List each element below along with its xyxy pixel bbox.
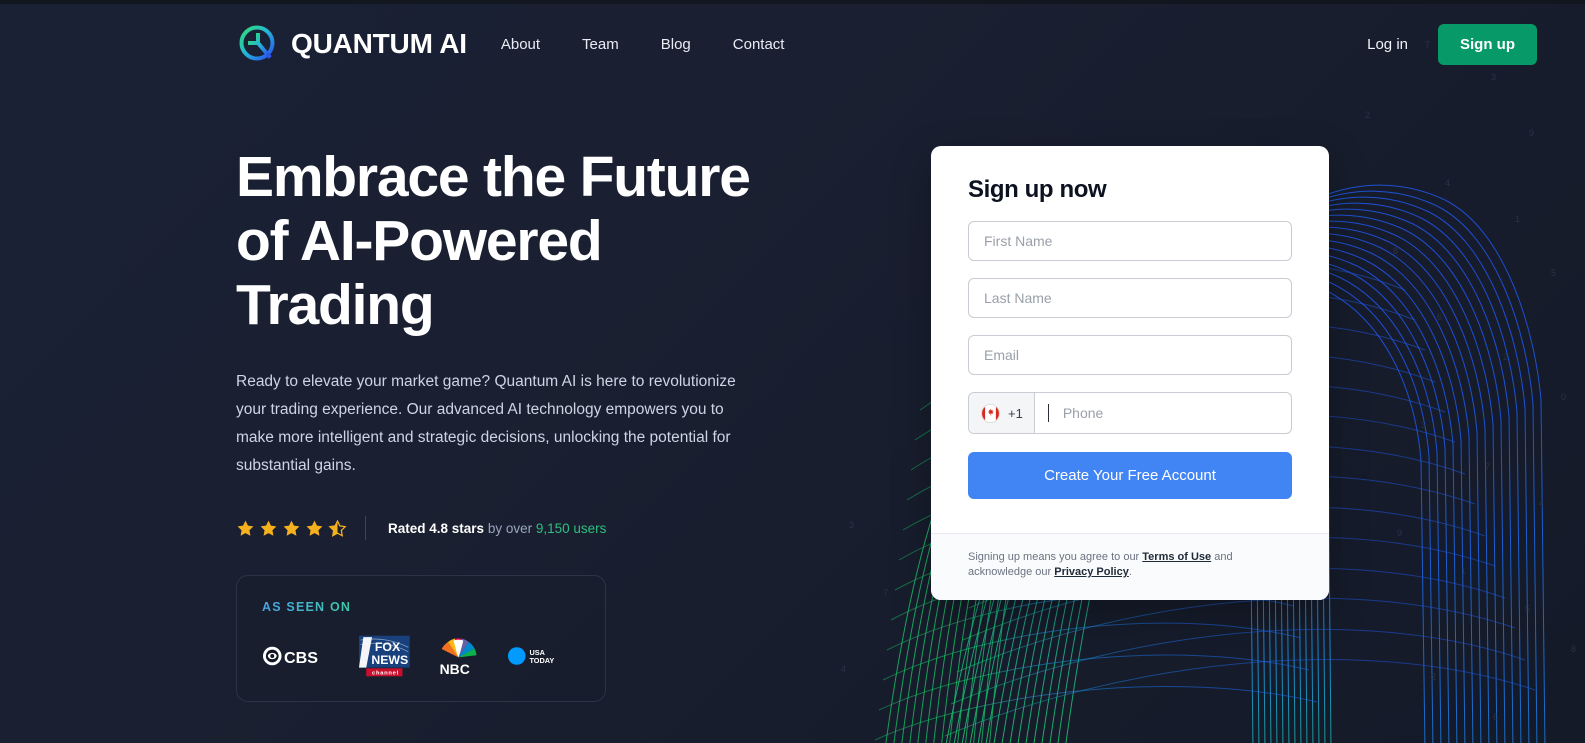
legal-text: Signing up means you agree to our Terms … — [968, 550, 1292, 580]
country-code-selector[interactable]: +1 — [969, 393, 1035, 433]
nav-item-team[interactable]: Team — [582, 36, 619, 53]
signup-card: Sign up now +1 Create — [931, 146, 1329, 600]
svg-text:NBC: NBC — [440, 662, 470, 678]
dial-code-label: +1 — [1008, 405, 1023, 421]
site-header: QUANTUM AI About Team Blog Contact Log i… — [0, 4, 1585, 84]
rating-score: Rated 4.8 stars — [388, 520, 485, 536]
star-icon — [260, 520, 277, 536]
brand-name: QUANTUM AI — [291, 28, 467, 59]
nav-item-blog[interactable]: Blog — [661, 36, 691, 53]
login-link[interactable]: Log in — [1367, 36, 1408, 53]
signup-card-body: Sign up now +1 Create — [931, 146, 1329, 533]
canada-flag-icon — [981, 403, 1000, 423]
header-actions: Log in Sign up — [1367, 23, 1537, 65]
signup-card-footer: Signing up means you agree to our Terms … — [931, 533, 1329, 600]
rating-text: Rated 4.8 stars by over 9,150 users — [388, 521, 606, 536]
as-seen-on-card: AS SEEN ON CBS FOX NEWS channel NBC USA … — [236, 575, 606, 703]
usa-today-logo: USA TODAY — [507, 647, 554, 665]
phone-input[interactable] — [1048, 393, 1291, 433]
page-root: 7 3 2 9 4 1 8 5 6 2 0 3 7 4 9 1 5 8 2 6 … — [0, 0, 1585, 743]
rating-divider — [365, 516, 366, 541]
svg-text:FOX: FOX — [375, 640, 401, 654]
cbs-logo: CBS — [262, 647, 318, 667]
star-icon — [306, 520, 323, 536]
as-seen-on-logos: CBS FOX NEWS channel NBC USA TODAY — [262, 635, 580, 677]
hero-title: Embrace the Future of AI-Powered Trading — [236, 145, 751, 337]
phone-field-group: +1 — [968, 392, 1292, 434]
terms-of-use-link[interactable]: Terms of Use — [1142, 551, 1211, 563]
svg-text:CBS: CBS — [284, 649, 318, 667]
privacy-policy-link[interactable]: Privacy Policy — [1054, 566, 1129, 578]
email-input[interactable] — [968, 335, 1292, 375]
nbc-logo: NBC — [440, 638, 477, 678]
signup-title: Sign up now — [968, 176, 1107, 203]
signup-button[interactable]: Sign up — [1438, 23, 1537, 65]
legal-text-after: . — [1128, 565, 1132, 578]
star-icon — [237, 520, 254, 536]
rating-users: 9,150 users — [535, 520, 607, 536]
star-icon — [283, 520, 300, 536]
hero-subtitle: Ready to elevate your market game? Quant… — [236, 373, 736, 475]
last-name-input[interactable] — [968, 278, 1292, 318]
rating-block: Rated 4.8 stars by over 9,150 users — [236, 516, 836, 541]
fox-news-logo: FOX NEWS channel — [359, 636, 410, 677]
nav-item-about[interactable]: About — [501, 36, 540, 53]
quantum-q-logo-icon — [236, 23, 278, 65]
nav-item-contact[interactable]: Contact — [733, 36, 785, 53]
hero-content: Embrace the Future of AI-Powered Trading… — [236, 145, 836, 703]
svg-text:channel: channel — [372, 671, 399, 677]
rating-middle: by over — [484, 520, 536, 536]
first-name-input[interactable] — [968, 221, 1292, 261]
create-account-button[interactable]: Create Your Free Account — [968, 452, 1292, 499]
brand-logo[interactable]: QUANTUM AI — [236, 23, 467, 65]
star-half-icon — [328, 519, 347, 537]
svg-text:TODAY: TODAY — [529, 656, 554, 665]
browser-top-edge — [0, 0, 1585, 4]
as-seen-on-label: AS SEEN ON — [262, 600, 352, 615]
star-rating — [236, 519, 347, 538]
main-nav: About Team Blog Contact — [501, 36, 785, 53]
legal-text-before: Signing up means you agree to our — [968, 551, 1143, 563]
svg-text:NEWS: NEWS — [372, 653, 409, 667]
